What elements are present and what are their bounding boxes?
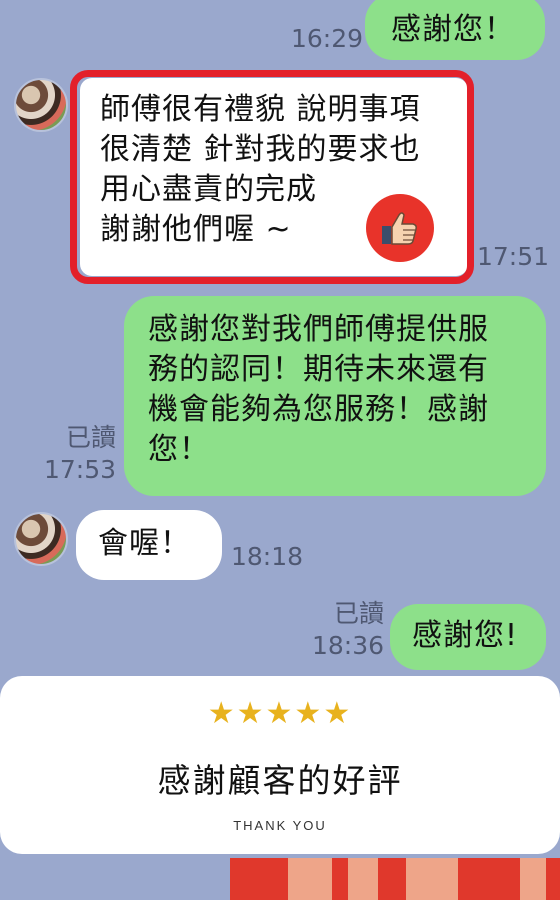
- outgoing-message[interactable]: 感謝您！: [365, 0, 545, 60]
- message-line: 感謝您對我們師傅提供服: [148, 312, 489, 347]
- decorative-banner: [230, 858, 560, 900]
- card-title: 感謝顧客的好評: [157, 761, 403, 800]
- read-receipt: 已讀 17:53: [40, 422, 116, 486]
- rating-stars: ★★★★★: [207, 696, 353, 731]
- incoming-message[interactable]: 會喔！: [76, 510, 222, 580]
- message-text: 感謝您！: [391, 12, 515, 47]
- message-text: 會喔！: [98, 526, 191, 561]
- message-time: 17:51: [477, 242, 550, 271]
- message-time: 17:53: [43, 455, 116, 484]
- read-label: 已讀: [65, 423, 116, 452]
- message-time: 18:18: [231, 542, 304, 571]
- thumbs-up-icon: [366, 194, 434, 262]
- read-receipt: 已讀 18:36: [306, 598, 384, 662]
- outgoing-message[interactable]: 感謝您對我們師傅提供服 務的認同！期待未來還有 機會能夠為您服務！感謝 您！: [124, 296, 546, 496]
- message-time: 16:29: [291, 24, 364, 53]
- message-line: 務的認同！期待未來還有: [148, 352, 489, 387]
- review-card: ★★★★★ 感謝顧客的好評 THANK YOU: [0, 676, 560, 854]
- read-label: 已讀: [333, 599, 384, 628]
- avatar[interactable]: [14, 512, 68, 566]
- message-line: 機會能夠為您服務！感謝: [148, 392, 489, 427]
- message-time: 18:36: [311, 631, 384, 660]
- message-text: 感謝您!: [412, 618, 519, 653]
- card-subtitle: THANK YOU: [233, 818, 327, 833]
- avatar[interactable]: [14, 78, 68, 132]
- outgoing-message[interactable]: 感謝您!: [390, 604, 546, 670]
- message-line: 您！: [148, 432, 210, 467]
